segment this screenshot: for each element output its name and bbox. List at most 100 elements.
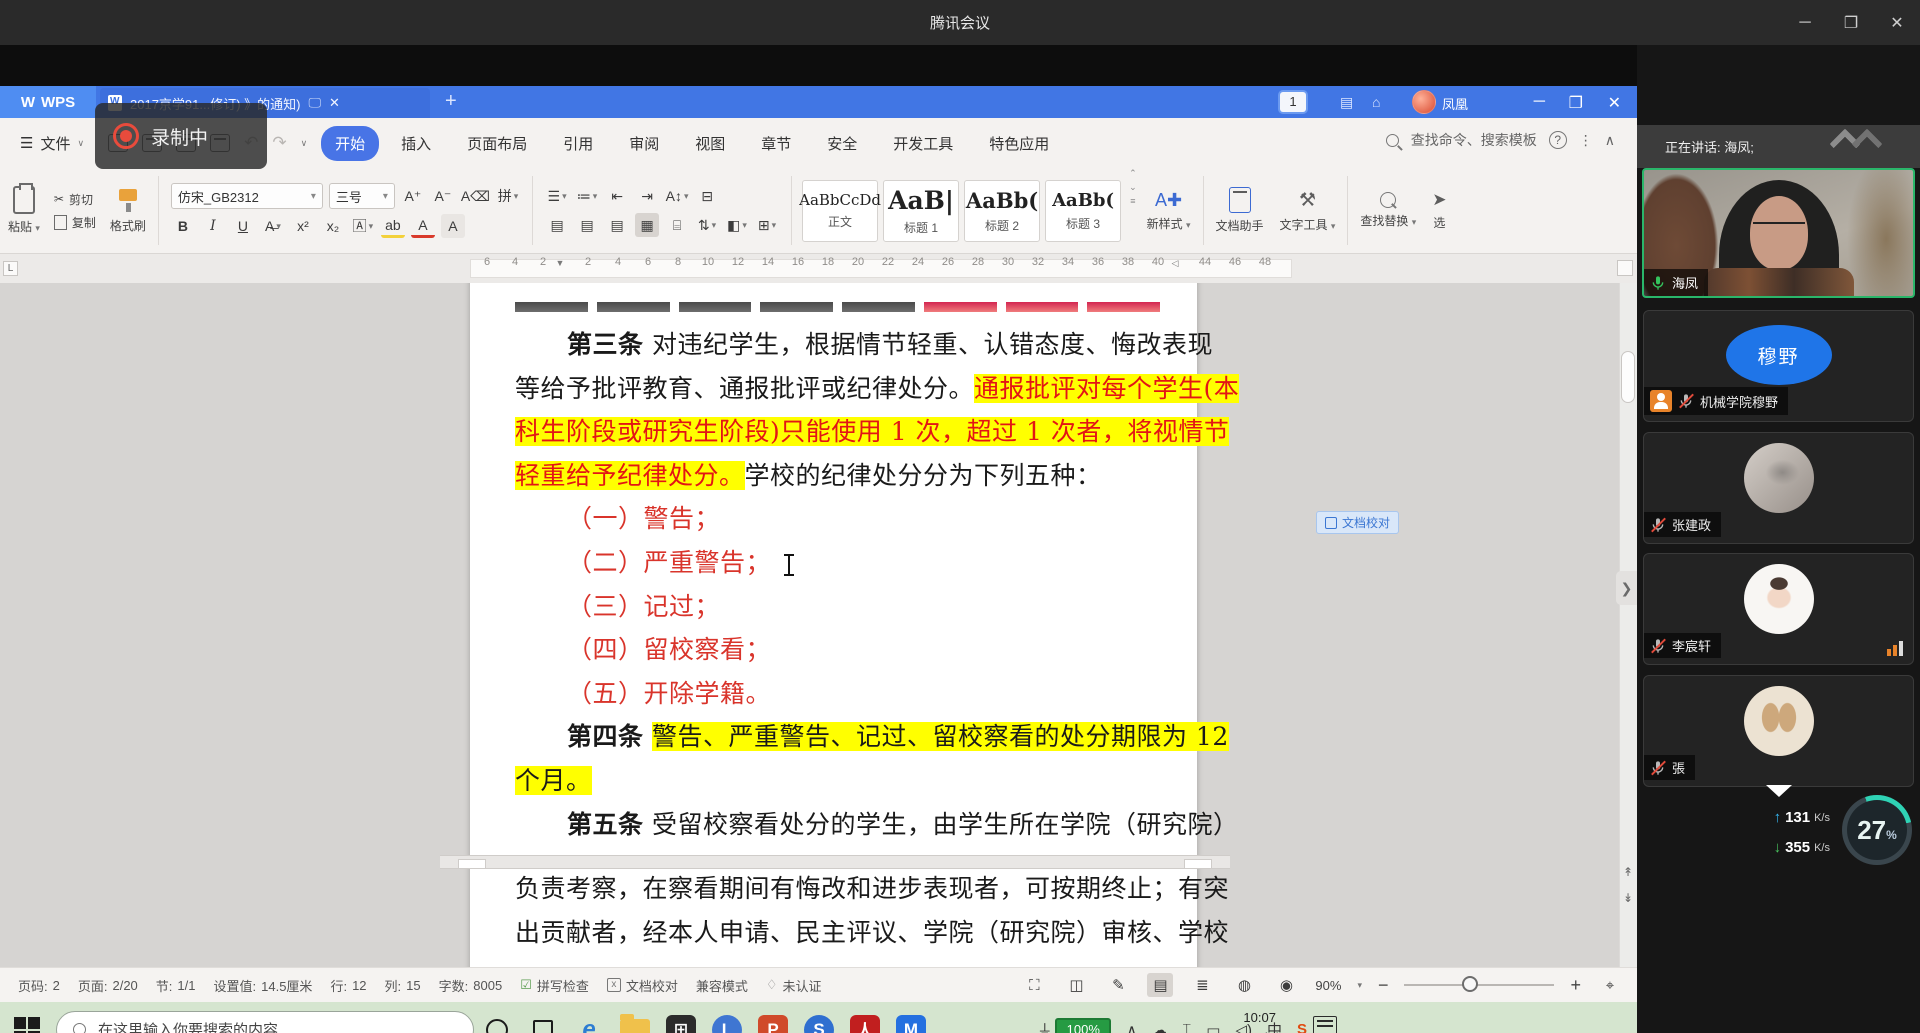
document-line[interactable]: （一）警告； [515, 497, 1160, 541]
document-line[interactable]: （三）记过； [515, 585, 1160, 629]
maximize-icon[interactable]: ❐ [1828, 0, 1874, 45]
close-tab-icon[interactable]: ✕ [329, 95, 340, 111]
tray-expand-icon[interactable]: ∧ [1126, 1021, 1137, 1033]
menu-tab-开始[interactable]: 开始 [321, 126, 379, 161]
menu-tab-开发工具[interactable]: 开发工具 [879, 126, 967, 161]
participant-tile[interactable]: 穆野机械学院穆野 [1643, 310, 1914, 422]
increase-font-icon[interactable]: A⁺ [401, 184, 425, 208]
web-layout-icon[interactable]: ◍ [1231, 973, 1257, 997]
powerpoint-button[interactable]: P [750, 1002, 796, 1033]
font-size-select[interactable]: 三号▾ [329, 183, 395, 209]
decrease-font-icon[interactable]: A⁻ [431, 184, 455, 208]
paste-button[interactable]: 粘贴 ▾ [0, 168, 48, 253]
doc-proofread-toggle[interactable]: x 文档校对 [607, 976, 678, 995]
wps-logo[interactable]: WWPS [0, 86, 96, 118]
wps-close-icon[interactable]: ✕ [1608, 93, 1621, 113]
collapse-ribbon-icon[interactable]: ∧ [1605, 132, 1615, 149]
shading-icon[interactable]: ◧▾ [725, 213, 749, 237]
message-count-badge[interactable]: 1 [1280, 92, 1306, 112]
read-layout-icon[interactable]: ◫ [1063, 973, 1089, 997]
minimize-icon[interactable]: ─ [1782, 0, 1828, 45]
bullet-list-icon[interactable]: ☰▾ [545, 184, 569, 208]
zoom-slider[interactable] [1404, 984, 1554, 986]
distribute-icon[interactable]: ⌸ [665, 213, 689, 237]
asian-layout-icon[interactable]: A↕▾ [665, 184, 689, 208]
start-button[interactable] [14, 1017, 40, 1033]
strikethrough-icon[interactable]: A̶▾ [261, 214, 285, 238]
cortana-button[interactable] [474, 1002, 520, 1033]
cloud-sync-icon[interactable]: ⌂ [1372, 94, 1380, 110]
decrease-indent-icon[interactable]: ⇤ [605, 184, 629, 208]
style-标题 1[interactable]: AaB|标题 1 [883, 180, 959, 242]
eye-protect-icon[interactable]: ◉ [1273, 973, 1299, 997]
pin-tab-icon[interactable]: 🖵 [309, 95, 322, 111]
layout-icon[interactable]: ▤ [1340, 94, 1353, 111]
highlight-color-button[interactable]: ab [381, 214, 405, 238]
status-field[interactable]: 字数:8005 [439, 976, 503, 995]
taskbar-search-input[interactable]: 在这里输入你要搜索的内容 [56, 1011, 474, 1033]
file-explorer-button[interactable] [612, 1002, 658, 1033]
page-layout-icon[interactable]: ▤ [1147, 973, 1173, 997]
next-page-button[interactable]: ↡ [1619, 887, 1637, 909]
document-line[interactable]: 轻重给予纪律处分。学校的纪律处分分为下列五种： [515, 454, 1160, 498]
document-line[interactable]: 等给予批评教育、通报批评或纪律处分。通报批评对每个学生(本 [515, 367, 1160, 411]
text-tool-button[interactable]: ⚒ 文字工具 ▾ [1272, 168, 1344, 253]
status-field[interactable]: 页面:2/20 [78, 976, 138, 995]
format-painter-button[interactable]: 格式刷 [102, 168, 154, 253]
zoom-in-button[interactable]: + [1570, 975, 1581, 996]
document-line[interactable]: 第五条 受留校察看处分的学生，由学生所在学院（研究院） [515, 803, 1160, 847]
align-left-icon[interactable]: ▤ [545, 213, 569, 237]
bold-button[interactable]: B [171, 214, 195, 238]
taskbar-clock[interactable]: 10:07 2020/9/9 [1234, 1008, 1285, 1033]
write-mode-icon[interactable]: ✎ [1105, 973, 1131, 997]
menu-tab-引用[interactable]: 引用 [549, 126, 607, 161]
microsoft-store-button[interactable]: ⊞ [658, 1002, 704, 1033]
style-gallery-scroll[interactable]: ⌃⌄≡ [1127, 168, 1139, 253]
style-正文[interactable]: AaBbCcDd正文 [802, 180, 878, 242]
zoom-knob[interactable] [1462, 976, 1478, 992]
paragraph-layout-icon[interactable]: ⊟ [695, 184, 719, 208]
status-field[interactable]: 页码:2 [18, 976, 60, 995]
subscript-button[interactable]: x₂ [321, 214, 345, 238]
fullscreen-view-icon[interactable]: ⛶ [1021, 973, 1047, 997]
status-field[interactable]: 行:12 [330, 976, 366, 995]
tab-stop-selector[interactable]: L [3, 261, 18, 276]
expand-panel-arrow[interactable]: ❯ [1616, 571, 1637, 605]
select-button-partial[interactable]: ➤ 选 [1424, 168, 1454, 253]
document-line[interactable]: （四）留校察看； [515, 628, 1160, 672]
document-line[interactable]: （二）严重警告； [515, 541, 1160, 585]
menu-tab-视图[interactable]: 视图 [681, 126, 739, 161]
copy-button[interactable]: 复制 [54, 214, 96, 231]
underline-button[interactable]: U [231, 214, 255, 238]
command-search[interactable]: 查找命令、搜索模板 ? ⋮ ∧ [1386, 130, 1615, 150]
italic-button[interactable]: I [201, 214, 225, 238]
phonetic-guide-icon[interactable]: 拼▾ [496, 184, 520, 208]
menu-tab-审阅[interactable]: 审阅 [615, 126, 673, 161]
user-avatar[interactable] [1412, 90, 1436, 114]
battery-indicator[interactable]: ⏚ 100% [1037, 1018, 1111, 1033]
line-spacing-icon[interactable]: ⇅▾ [695, 213, 719, 237]
document-text[interactable]: 第三条 对违纪学生，根据情节轻重、认错态度、悔改表现等给予批评教育、通报批评或纪… [515, 323, 1160, 846]
find-replace-button[interactable]: 查找替换 ▾ [1352, 168, 1424, 253]
status-field[interactable]: 节:1/1 [156, 976, 196, 995]
status-field[interactable]: 列:15 [385, 976, 421, 995]
edge-browser-button[interactable]: e [566, 1002, 612, 1033]
align-justify-icon[interactable]: ▦ [635, 213, 659, 237]
file-menu-button[interactable]: ☰ 文件 ∨ [0, 133, 98, 154]
redo-icon[interactable]: ↷ [272, 133, 286, 153]
new-style-button[interactable]: A✚ 新样式 ▾ [1139, 168, 1199, 253]
notification-center-icon[interactable] [1313, 1016, 1337, 1033]
status-field[interactable]: 设置值:14.5厘米 [214, 976, 313, 995]
menu-tab-插入[interactable]: 插入 [387, 126, 445, 161]
participant-tile[interactable]: 李宸轩 [1643, 553, 1914, 665]
menu-tab-页面布局[interactable]: 页面布局 [453, 126, 541, 161]
tencent-meeting-button[interactable]: M [888, 1002, 934, 1033]
sogou-icon[interactable]: S [1297, 1021, 1307, 1033]
participant-tile[interactable]: 张建政 [1643, 432, 1914, 544]
app-l-button[interactable]: L [704, 1002, 750, 1033]
horizontal-ruler[interactable]: L 642▼2468101214161820222426283032343638… [0, 254, 1637, 283]
number-list-icon[interactable]: ≔▾ [575, 184, 599, 208]
zoom-out-button[interactable]: − [1378, 975, 1389, 996]
text-effects-icon[interactable]: 🄰▾ [351, 214, 375, 238]
font-color-button[interactable]: A [411, 214, 435, 238]
